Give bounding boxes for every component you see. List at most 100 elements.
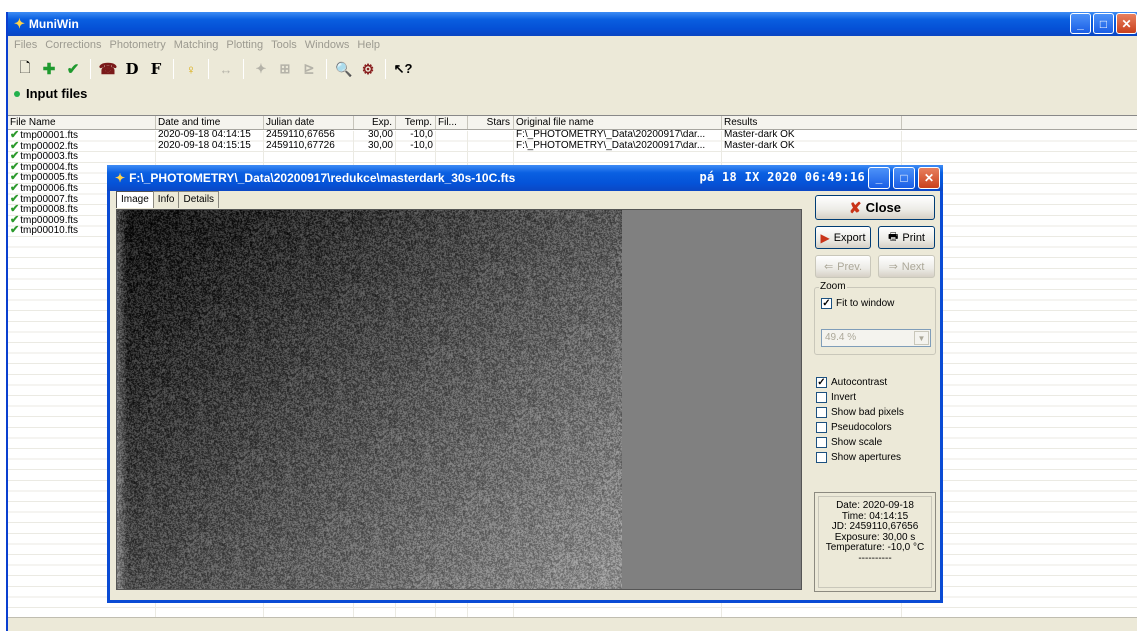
column-header[interactable]: Results — [722, 116, 902, 129]
menu-photometry[interactable]: Photometry — [105, 39, 169, 51]
frame-info-box: Date: 2020-09-18 Time: 04:14:15 JD: 2459… — [814, 492, 936, 592]
inspect-icon[interactable]: ⚙ — [357, 58, 379, 80]
info-date: Date: 2020-09-18 — [836, 500, 914, 511]
close-window-button[interactable]: ✕ — [1116, 13, 1137, 34]
column-header[interactable]: Temp. — [396, 116, 436, 129]
column-header[interactable]: Original file name — [514, 116, 722, 129]
fit-checkbox-box[interactable]: ✓ — [821, 298, 832, 309]
toolbar-separator — [90, 59, 91, 79]
toolbar-separator — [243, 59, 244, 79]
option-checkbox[interactable]: Show apertures — [816, 452, 901, 463]
minimize-button[interactable]: _ — [1070, 13, 1091, 34]
chart-icon[interactable]: ⊵ — [298, 58, 320, 80]
table-cell — [264, 151, 354, 162]
column-header[interactable]: Stars — [468, 116, 514, 129]
menu-corrections[interactable]: Corrections — [41, 39, 105, 51]
bias-icon[interactable]: ☎ — [97, 58, 119, 80]
print-button[interactable]: 🖶 Print — [878, 226, 935, 249]
table-cell: Master-dark OK — [724, 130, 795, 140]
option-checkbox[interactable]: Show scale — [816, 437, 882, 448]
option-checkbox[interactable]: Invert — [816, 392, 856, 403]
table-cell — [436, 151, 468, 162]
menu-files[interactable]: Files — [10, 39, 41, 51]
viewer-maximize-button[interactable]: □ — [893, 167, 915, 189]
maximize-button[interactable]: □ — [1093, 13, 1114, 34]
main-titlebar[interactable]: ✦ MuniWin _ □ ✕ — [8, 12, 1137, 36]
file-name-text: tmp00005.fts — [20, 172, 79, 183]
ok-check-icon: ✔ — [10, 225, 20, 236]
file-name-text: tmp00001.fts — [20, 130, 79, 141]
column-header[interactable]: Julian date — [264, 116, 354, 129]
next-button[interactable]: ⇒ Next — [878, 255, 935, 278]
column-header[interactable]: Exp. — [354, 116, 396, 129]
prev-arrow-icon: ⇐ — [823, 261, 834, 273]
checkbox-box[interactable] — [816, 392, 827, 403]
flat-icon[interactable]: F — [145, 58, 167, 80]
checkbox-box[interactable] — [816, 422, 827, 433]
checkbox-box[interactable] — [816, 452, 827, 463]
file-name-text: tmp00002.fts — [20, 140, 79, 152]
checkbox-box[interactable]: ✓ — [816, 377, 827, 388]
ok-check-icon: ✔ — [10, 151, 20, 162]
printer-icon: 🖶 — [887, 231, 899, 243]
table-row[interactable]: ✔tmp00001.fts 2020-09-18 04:14:15 2459110,… — [8, 130, 1137, 141]
table-cell — [436, 141, 468, 152]
match-icon[interactable]: ✦ — [250, 58, 272, 80]
tab-details[interactable]: Details — [178, 191, 220, 208]
dark-icon[interactable]: D — [121, 58, 143, 80]
menu-help[interactable]: Help — [353, 39, 384, 51]
file-name-text: tmp00010.fts — [20, 225, 79, 236]
find-icon[interactable]: 🔍 — [333, 58, 355, 80]
table-cell: 2459110,67726 — [266, 140, 335, 151]
new-file-icon[interactable]: 🗋 — [14, 58, 36, 80]
file-name-text: tmp00009.fts — [20, 214, 79, 226]
column-header[interactable]: Date and time — [156, 116, 264, 129]
close-button[interactable]: ✘ Close — [815, 195, 935, 220]
viewer-side-panel: ✘ Close ▶ Export 🖶 Print ⇐ Prev. ⇒ Next … — [812, 195, 938, 595]
table-icon[interactable]: ⊞ — [274, 58, 296, 80]
prev-button-label: Prev. — [837, 260, 863, 273]
file-name-text: tmp00008.fts — [20, 204, 79, 215]
zoom-select[interactable]: 49.4 % ▼ — [821, 329, 931, 347]
window-controls: _ □ ✕ — [1070, 13, 1137, 34]
next-button-label: Next — [901, 260, 925, 273]
help-icon[interactable]: ↖? — [392, 58, 414, 80]
info-jd: JD: 2459110,67656 — [831, 521, 919, 532]
viewer-titlebar[interactable]: ✦ F:\_PHOTOMETRY\_Data\20200917\redukce\… — [107, 165, 943, 191]
menu-tools[interactable]: Tools — [267, 39, 301, 51]
menubar: Files Corrections Photometry Matching Pl… — [8, 36, 1137, 54]
option-checkbox[interactable]: Pseudocolors — [816, 422, 892, 433]
fit-to-window-checkbox[interactable]: ✓ Fit to window — [821, 298, 894, 309]
tab-image[interactable]: Image — [116, 191, 154, 208]
option-label: Invert — [831, 392, 857, 403]
check-icon[interactable]: ✔ — [62, 58, 84, 80]
info-dashes: ---------- — [858, 552, 892, 564]
menu-windows[interactable]: Windows — [301, 39, 354, 51]
bulb-icon[interactable]: ♀ — [180, 58, 202, 80]
viewer-minimize-button[interactable]: _ — [868, 167, 890, 189]
table-row[interactable]: ✔tmp00003.fts — [8, 151, 1137, 162]
menu-plotting[interactable]: Plotting — [222, 39, 267, 51]
table-cell — [468, 130, 514, 141]
add-icon[interactable]: ✚ — [38, 58, 60, 80]
menu-matching[interactable]: Matching — [170, 39, 223, 51]
export-button[interactable]: ▶ Export — [815, 226, 871, 249]
checkbox-box[interactable] — [816, 407, 827, 418]
file-name-text: tmp00006.fts — [20, 182, 79, 194]
checkbox-box[interactable] — [816, 437, 827, 448]
table-cell: Master-dark OK — [724, 140, 795, 151]
fits-image-canvas[interactable] — [116, 209, 802, 590]
option-checkbox[interactable]: Show bad pixels — [816, 407, 904, 418]
tab-info[interactable]: Info — [152, 191, 180, 208]
column-header[interactable]: Fil... — [436, 116, 468, 129]
table-cell — [468, 141, 514, 152]
option-checkbox[interactable]: ✓ Autocontrast — [816, 377, 887, 388]
align-icon[interactable]: ↔ — [215, 58, 237, 80]
table-row[interactable]: ✔tmp00002.fts 2020-09-18 04:15:15 2459110,… — [8, 141, 1137, 152]
chevron-down-icon[interactable]: ▼ — [914, 331, 929, 345]
column-header[interactable]: File Name — [8, 116, 156, 129]
viewer-close-window-button[interactable]: ✕ — [918, 167, 940, 189]
ok-check-icon: ✔ — [10, 140, 20, 152]
viewer-tabs: Image Info Details — [116, 191, 220, 208]
prev-button[interactable]: ⇐ Prev. — [815, 255, 871, 278]
